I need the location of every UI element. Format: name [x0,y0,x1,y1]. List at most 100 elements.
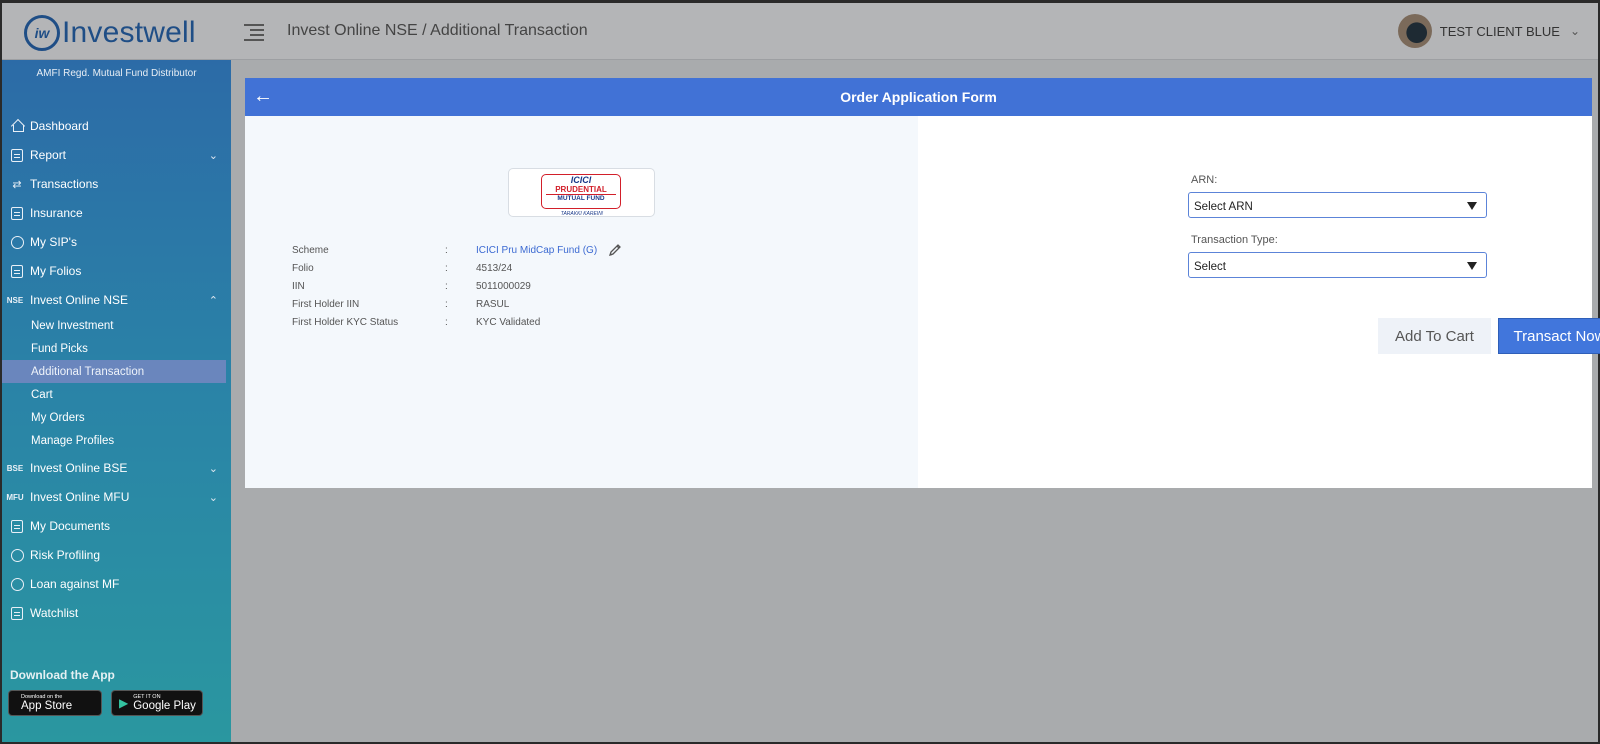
dropdown-caret-icon [1467,202,1477,210]
sip-icon [10,235,24,249]
sidebar-item-label: Insurance [30,206,83,220]
loan-icon [10,577,24,591]
investwell-logo[interactable]: iw Investwell [24,15,196,51]
arn-select[interactable]: Select ARN [1188,192,1487,218]
sidebar-subitem-new-investment[interactable]: New Investment [2,314,226,337]
user-name: TEST CLIENT BLUE [1439,23,1560,39]
detail-separator: : [445,280,448,292]
chevron-down-icon[interactable]: ⌄ [209,462,218,475]
sidebar-item-risk-profiling[interactable]: Risk Profiling [2,541,226,569]
home-icon [10,119,24,133]
download-app-title: Download the App [10,668,115,682]
detail-row-folio: Folio : 4513/24 [292,260,512,276]
sidebar-item-dashboard[interactable]: Dashboard [2,112,226,140]
mfu-icon: MFU [6,492,24,502]
detail-row-iin: IIN : 5011000029 [292,278,531,294]
fund-house-logo: ICICI PRUDENTIAL MUTUAL FUND TARAKKI KAR… [508,168,655,217]
transaction-type-select[interactable]: Select [1188,252,1487,278]
detail-label: IIN [292,280,305,292]
scheme-link[interactable]: ICICI Pru MidCap Fund (G) [476,245,597,256]
sidebar: AMFI Regd. Mutual Fund Distributor Dashb… [2,60,231,742]
sidebar-item-label: Loan against MF [30,577,120,591]
sidebar-item-invest-online-bse[interactable]: BSE Invest Online BSE ⌄ [2,454,226,482]
sidebar-subitem-manage-profiles[interactable]: Manage Profiles [2,429,226,452]
transact-now-button[interactable]: Transact Now [1498,318,1600,354]
google-play-icon: ▶ [119,696,129,710]
sidebar-subitem-cart[interactable]: Cart [2,383,226,406]
sidebar-item-label: My Documents [30,519,111,533]
scheme-details-pane: ICICI PRUDENTIAL MUTUAL FUND TARAKKI KAR… [245,116,918,488]
menu-collapse-icon[interactable] [244,24,264,42]
detail-separator: : [445,316,448,328]
sidebar-item-label: My Folios [30,264,82,278]
sidebar-item-label: Dashboard [30,119,89,133]
insurance-icon [10,206,24,220]
watchlist-icon [10,606,24,620]
sidebar-item-label: Watchlist [30,606,79,620]
fund-logo-line3: MUTUAL FUND [546,194,616,203]
chevron-down-icon[interactable]: ⌄ [209,149,218,162]
transfer-icon: ⇄ [12,178,22,191]
sidebar-subitem-my-orders[interactable]: My Orders [2,406,226,429]
detail-label: Scheme [292,244,329,256]
fund-logo-line1: ICICI [570,175,592,185]
fund-logo-line2: PRUDENTIAL [555,185,607,194]
arn-label: ARN: [1191,174,1218,186]
edit-pencil-icon[interactable] [607,242,623,258]
sidebar-item-my-sips[interactable]: My SIP's [2,228,226,256]
sidebar-item-label: Invest Online NSE [30,293,129,307]
report-icon [10,148,24,162]
sidebar-item-transactions[interactable]: ⇄ Transactions [2,170,226,198]
detail-label: First Holder IIN [292,298,360,310]
sidebar-item-label: Report [30,148,67,162]
sidebar-subitem-fund-picks[interactable]: Fund Picks [2,337,226,360]
detail-separator: : [445,298,448,310]
chevron-down-icon[interactable]: ⌄ [1570,24,1580,38]
sidebar-subitem-additional-transaction[interactable]: Additional Transaction [2,360,226,383]
card-header: ← Order Application Form [245,78,1592,116]
detail-label: Folio [292,262,314,274]
sidebar-item-label: Transactions [30,177,99,191]
detail-value: 5011000029 [476,280,531,292]
detail-separator: : [445,244,448,256]
google-play-button[interactable]: ▶ GET IT ON Google Play [111,690,203,716]
avatar[interactable] [1397,14,1432,48]
breadcrumb: Invest Online NSE / Additional Transacti… [287,22,588,39]
sidebar-item-invest-online-mfu[interactable]: MFU Invest Online MFU ⌄ [2,483,226,511]
detail-row-kyc-status: First Holder KYC Status : KYC Validated [292,314,540,330]
order-application-card: ← Order Application Form ICICI PRUDENTIA… [245,78,1600,488]
app-store-button[interactable]: Download on the App Store [8,690,102,716]
user-menu[interactable]: TEST CLIENT BLUE ⌄ [1397,14,1580,48]
dropdown-caret-icon [1467,262,1477,270]
sidebar-item-report[interactable]: Report ⌄ [2,141,226,169]
logo-mark-icon: iw [24,15,60,51]
sidebar-item-label: My SIP's [30,235,77,249]
sidebar-item-label: Risk Profiling [30,548,101,562]
transaction-form-pane: ARN: Select ARN Transaction Type: Select… [918,116,1600,488]
top-header: iw Investwell Invest Online NSE / Additi… [2,3,1598,60]
sidebar-item-my-folios[interactable]: My Folios [2,257,226,285]
sidebar-item-watchlist[interactable]: Watchlist [2,599,226,627]
distributor-subtitle: AMFI Regd. Mutual Fund Distributor [36,68,197,79]
detail-label: First Holder KYC Status [292,316,399,328]
folio-icon [10,264,24,278]
detail-row-first-holder-iin: First Holder IIN : RASUL [292,296,509,312]
chevron-down-icon[interactable]: ⌄ [209,491,218,504]
document-icon [10,519,24,533]
app-store-big-text: App Store [21,700,73,712]
detail-row-scheme: Scheme : ICICI Pru MidCap Fund (G) [292,242,623,258]
chevron-up-icon[interactable]: ⌃ [209,294,218,307]
sidebar-item-my-documents[interactable]: My Documents [2,512,226,540]
bse-icon: BSE [6,463,24,473]
brand-name: Investwell [62,16,196,49]
transaction-type-label: Transaction Type: [1191,234,1278,246]
sidebar-item-invest-online-nse[interactable]: NSE Invest Online NSE ⌃ [2,286,226,314]
gauge-icon [10,548,24,562]
arn-selected-value: Select ARN [1194,201,1253,213]
add-to-cart-button[interactable]: Add To Cart [1378,318,1491,354]
sidebar-item-label: Invest Online MFU [30,490,130,504]
sidebar-item-loan-against-mf[interactable]: Loan against MF [2,570,226,598]
transaction-type-selected-value: Select [1194,261,1226,273]
sidebar-item-insurance[interactable]: Insurance [2,199,226,227]
google-play-big-text: Google Play [133,700,196,712]
